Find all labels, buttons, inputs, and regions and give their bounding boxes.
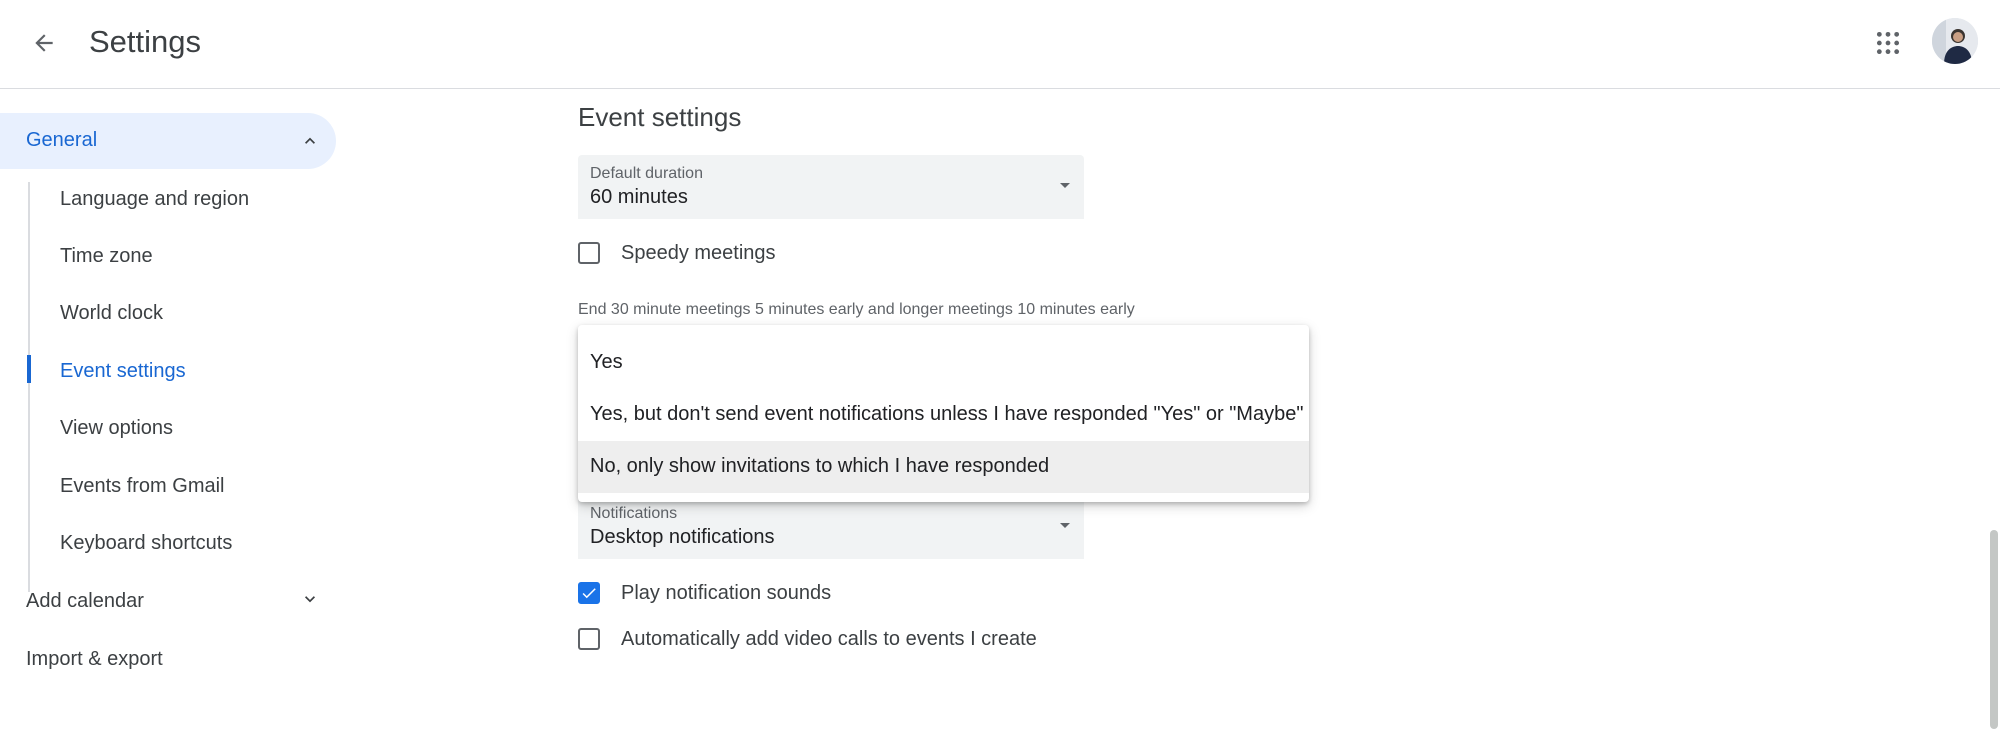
avatar[interactable] — [1932, 18, 1978, 64]
google-apps-button[interactable] — [1864, 19, 1912, 67]
dropdown-arrow-icon — [1060, 523, 1070, 528]
select-label: Default duration — [590, 165, 703, 182]
dropdown-option-yes[interactable]: Yes — [578, 337, 1309, 389]
default-duration-select[interactable]: Default duration 60 minutes — [578, 155, 1084, 219]
sidebar-item-label: General — [26, 129, 98, 151]
select-value: 60 minutes — [590, 186, 688, 208]
sidebar-item-keyboard-shortcuts[interactable]: Keyboard shortcuts — [60, 531, 232, 555]
page-title: Settings — [89, 24, 202, 59]
chevron-up-icon — [305, 137, 315, 144]
sidebar-item-view-options[interactable]: View options — [60, 416, 173, 440]
apps-grid-icon — [1876, 31, 1900, 55]
sidebar-item-general[interactable]: General — [0, 113, 336, 169]
sidebar-item-language-and-region[interactable]: Language and region — [60, 187, 249, 211]
user-avatar-icon — [1932, 18, 1978, 64]
sidebar-item-world-clock[interactable]: World clock — [60, 301, 163, 325]
subnav-rail — [28, 182, 30, 592]
select-label: Notifications — [590, 505, 678, 522]
checkmark-icon — [582, 588, 596, 599]
chevron-down-icon — [305, 596, 315, 603]
play-notification-sounds-checkbox[interactable] — [578, 582, 600, 604]
back-button[interactable] — [22, 21, 66, 65]
sidebar-item-events-from-gmail[interactable]: Events from Gmail — [60, 474, 224, 498]
sidebar-item-label: Add calendar — [26, 590, 144, 612]
dropdown-arrow-icon — [1060, 183, 1070, 188]
sidebar-item-event-settings[interactable]: Event settings — [60, 359, 186, 383]
option-label: Yes — [590, 351, 623, 373]
app-header: Settings — [0, 0, 2000, 89]
speedy-meetings-label: Speedy meetings — [621, 242, 776, 264]
speedy-meetings-help-text: End 30 minute meetings 5 minutes early a… — [578, 301, 1135, 318]
invitations-dropdown-menu: Yes Yes, but don't send event notificati… — [578, 325, 1309, 502]
notifications-select[interactable]: Notifications Desktop notifications — [578, 495, 1084, 559]
select-value: Desktop notifications — [590, 526, 775, 548]
arrow-back-icon — [35, 34, 53, 52]
option-label: Yes, but don't send event notifications … — [590, 403, 1304, 425]
play-notification-sounds-label: Play notification sounds — [621, 582, 832, 604]
section-title: Event settings — [578, 102, 742, 132]
sidebar-item-add-calendar[interactable]: Add calendar — [0, 577, 336, 621]
dropdown-option-yes-but-no-notifications[interactable]: Yes, but don't send event notifications … — [578, 389, 1309, 441]
sidebar-item-import-export[interactable]: Import & export — [26, 647, 163, 671]
dropdown-option-only-responded[interactable]: No, only show invitations to which I hav… — [578, 441, 1309, 493]
speedy-meetings-checkbox[interactable] — [578, 242, 600, 264]
auto-video-calls-label: Automatically add video calls to events … — [621, 628, 1037, 650]
active-indicator — [27, 355, 31, 383]
page-scrollbar-thumb[interactable] — [1990, 530, 1998, 729]
sidebar-item-time-zone[interactable]: Time zone — [60, 244, 153, 268]
settings-sidebar: General Language and region Time zone Wo… — [0, 89, 360, 729]
option-label: No, only show invitations to which I hav… — [590, 455, 1050, 477]
auto-video-calls-checkbox[interactable] — [578, 628, 600, 650]
